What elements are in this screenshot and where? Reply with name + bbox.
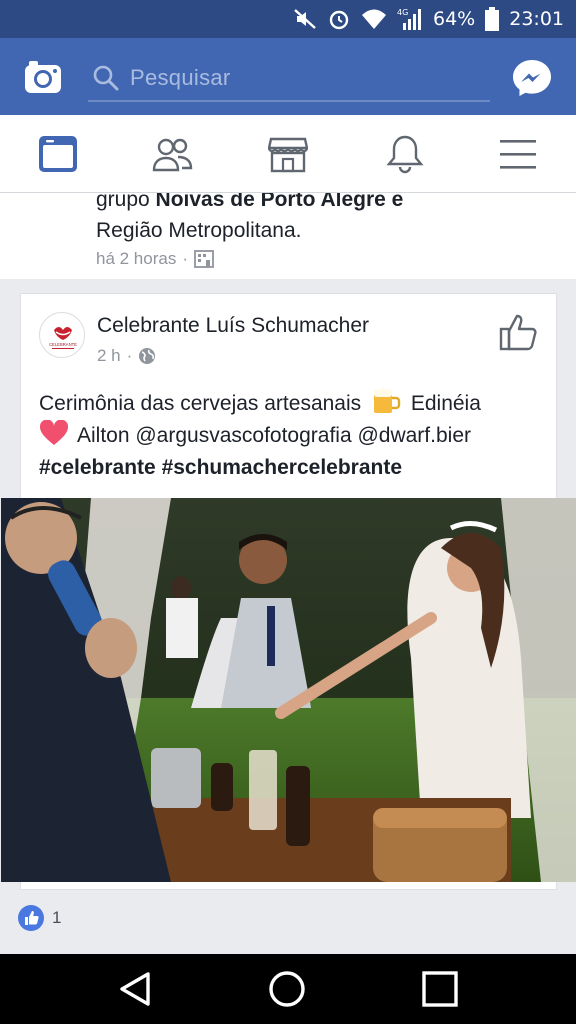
network-type: 4G [397,8,408,17]
news-feed-icon [39,136,77,172]
post-photo[interactable] [1,498,576,882]
previous-post-text-start: grupo [96,193,156,211]
post-time[interactable]: 2 h [97,346,121,366]
marketplace-icon [268,137,308,173]
search-placeholder: Pesquisar [130,65,231,90]
previous-post-text: grupo Noivas de Porto Alegre e Região Me… [96,193,536,246]
recents-button[interactable] [419,968,461,1010]
previous-post-text-end: Região Metropolitana. [96,219,302,242]
post-meta: 2 h · [97,346,156,366]
like-reaction-icon [18,905,44,931]
post-text-name1: Edinéia [410,392,481,415]
search-input[interactable]: Pesquisar [88,56,490,102]
globe-icon [139,348,156,364]
bell-icon [386,135,424,174]
tab-news-feed[interactable] [37,133,79,175]
status-bar: 4G 64% 23:01 [0,0,576,38]
heart-emoji-icon [39,419,69,445]
previous-post: grupo Noivas de Porto Alegre e Região Me… [0,193,576,279]
back-triangle-icon [120,972,150,1006]
wifi-icon [361,8,387,30]
like-page-icon[interactable] [499,312,539,352]
previous-post-time[interactable]: há 2 horas [96,249,176,269]
home-circle-icon [269,971,305,1007]
news-feed[interactable]: grupo Noivas de Porto Alegre e Região Me… [0,193,576,954]
tab-marketplace[interactable] [267,133,309,175]
clock: 23:01 [509,8,564,30]
group-privacy-icon [194,250,214,268]
post-hashtags[interactable]: #celebrante #schumachercelebrante [39,452,539,484]
reactions-summary[interactable]: 1 [18,905,61,931]
group-link[interactable]: Noivas de Porto Alegre e [156,193,404,211]
recents-square-icon [422,971,458,1007]
avatar[interactable]: CELEBRANTE [39,312,85,358]
post-text-line2[interactable]: Ailton @argusvascofotografia @dwarf.bier [77,424,471,447]
post-author[interactable]: Celebrante Luís Schumacher [97,314,369,338]
back-button[interactable] [114,968,156,1010]
battery-percent: 64% [433,8,476,30]
battery-icon [485,7,500,31]
like-count: 1 [52,908,62,927]
home-button[interactable] [266,968,308,1010]
tab-menu[interactable] [497,133,539,175]
friends-icon [152,138,193,172]
tab-notifications[interactable] [384,133,426,175]
app-header: Pesquisar [0,38,576,115]
beer-emoji-icon [374,388,401,413]
avatar-logo-text: CELEBRANTE [49,342,77,347]
post-text: Cerimônia das cervejas artesanais Edinéi… [39,388,539,484]
search-icon [93,65,119,91]
post-card: CELEBRANTE Celebrante Luís Schumacher 2 … [1,293,576,890]
tab-friends[interactable] [152,133,194,175]
signal-icon: 4G [397,7,423,31]
alarm-icon [327,7,351,31]
previous-post-meta: há 2 horas · [96,249,214,269]
system-navigation-bar [0,954,576,1024]
messenger-icon[interactable] [512,58,552,98]
camera-icon[interactable] [24,58,62,96]
hamburger-icon [500,140,536,169]
post-text-line1: Cerimônia das cervejas artesanais [39,392,362,415]
mute-icon [293,8,317,30]
tab-bar [0,115,576,193]
